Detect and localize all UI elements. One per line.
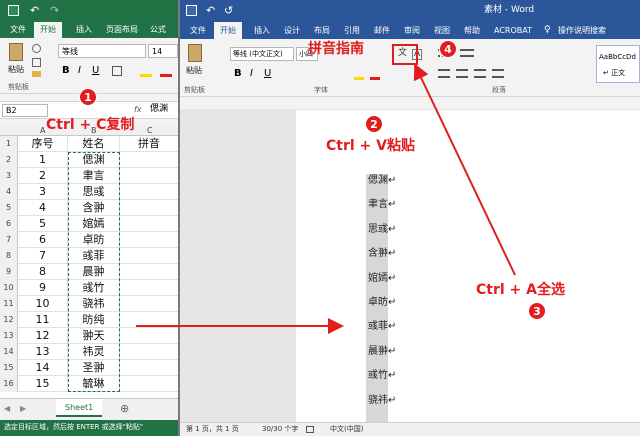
step-1-label: Ctrl + C复制 [46,117,135,133]
select-all-arrow [413,63,516,276]
screenshot: ↶ ↷ 文件 开始 插入 页面布局 公式 粘贴 剪贴板 等线 14 B I U [0,0,640,436]
step-3-label: Ctrl + A全选 [476,282,565,298]
step-4-badge: 4 [439,40,457,58]
phonetic-guide-highlight [392,44,418,65]
step-3-badge: 3 [528,302,546,320]
step-2-label: Ctrl + V粘贴 [326,138,415,154]
annotation-arrows [136,44,516,334]
step-1-badge: 1 [79,88,97,106]
step-4-label: 拼音指南 [308,41,364,57]
step-2-badge: 2 [365,115,383,133]
